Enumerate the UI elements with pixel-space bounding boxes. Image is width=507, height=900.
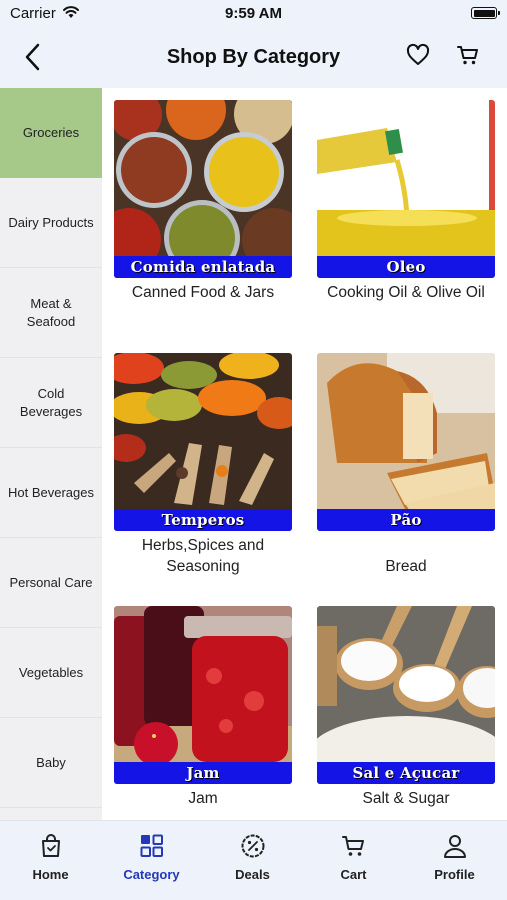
category-label: Salt & Sugar: [362, 790, 450, 807]
category-label: Jam: [188, 790, 218, 807]
category-banner: Pão: [317, 509, 495, 531]
category-card-jam[interactable]: Jam Jam: [114, 606, 292, 809]
sidebar-item-label: Hot Beverages: [8, 484, 94, 500]
sidebar-item-label: Dairy Products: [8, 214, 94, 230]
tab-category[interactable]: Category: [101, 821, 202, 900]
sidebar-item-label: Personal Care: [9, 574, 93, 590]
person-icon: [444, 835, 466, 858]
sidebar-item-baby[interactable]: Baby: [0, 718, 102, 808]
category-card-salt-sugar[interactable]: Sal e Açucar Salt & Sugar: [317, 606, 495, 809]
category-banner: Temperos: [114, 509, 292, 531]
tab-deals[interactable]: Deals: [202, 821, 303, 900]
category-card-cooking-oil[interactable]: Oleo Cooking Oil & Olive Oil: [317, 100, 495, 303]
category-image-canned-food: Comida enlatada: [114, 100, 292, 278]
cart-icon[interactable]: [454, 41, 482, 69]
category-sidebar: Groceries Dairy Products Meat & Seafood …: [0, 88, 102, 820]
tab-label: Home: [32, 867, 69, 882]
heart-icon[interactable]: [404, 41, 432, 69]
bottom-tab-bar: Home Category Deals Cart Profile: [0, 820, 507, 900]
sidebar-item-label: Cold Beverages: [19, 385, 83, 419]
sidebar-item-label: Baby: [36, 754, 66, 770]
category-label: Herbs,Spices and Seasoning: [141, 537, 265, 575]
sidebar-item-personal-care[interactable]: Personal Care: [0, 538, 102, 628]
sidebar-item-label: Groceries: [22, 124, 80, 140]
category-image-salt-sugar: Sal e Açucar: [317, 606, 495, 784]
tab-home[interactable]: Home: [0, 821, 101, 900]
category-image-jam: Jam: [114, 606, 292, 784]
category-grid: Comida enlatada Canned Food & Jars Oleo …: [102, 88, 507, 820]
category-card-canned-food[interactable]: Comida enlatada Canned Food & Jars: [114, 100, 292, 303]
navigation-bar: Shop By Category: [0, 26, 507, 88]
cart-icon: [342, 836, 364, 856]
category-image-cooking-oil: Oleo: [317, 100, 495, 278]
category-label: Canned Food & Jars: [131, 284, 275, 301]
category-banner: Sal e Açucar: [317, 762, 495, 784]
battery-icon: [471, 7, 500, 19]
sidebar-item-vegetables[interactable]: Vegetables: [0, 628, 102, 718]
sidebar-item-meat-seafood[interactable]: Meat & Seafood: [0, 268, 102, 358]
sidebar-item-hot-beverages[interactable]: Hot Beverages: [0, 448, 102, 538]
grid-icon: [140, 834, 163, 857]
sidebar-item-groceries[interactable]: Groceries: [0, 88, 102, 178]
category-image-spices: Temperos: [114, 353, 292, 531]
tab-cart[interactable]: Cart: [303, 821, 404, 900]
sidebar-item-label: Vegetables: [18, 664, 84, 680]
status-time: 9:59 AM: [225, 5, 282, 22]
category-label: Cooking Oil & Olive Oil: [327, 284, 485, 301]
category-banner: Oleo: [317, 256, 495, 278]
category-image-bread: Pão: [317, 353, 495, 531]
sidebar-item-cold-beverages[interactable]: Cold Beverages: [0, 358, 102, 448]
tab-label: Cart: [340, 867, 367, 882]
status-bar: Carrier 9:59 AM: [0, 0, 507, 26]
discount-badge-icon: [241, 834, 265, 858]
tab-label: Deals: [235, 867, 270, 882]
tab-label: Category: [123, 867, 180, 882]
category-label: Bread: [385, 558, 427, 575]
shopping-bag-icon: [42, 834, 60, 857]
sidebar-item-dairy-products[interactable]: Dairy Products: [0, 178, 102, 268]
category-banner: Jam: [114, 762, 292, 784]
category-card-bread[interactable]: Pão Bread: [317, 353, 495, 577]
tab-profile[interactable]: Profile: [404, 821, 505, 900]
category-card-herbs-spices[interactable]: Temperos Herbs,Spices and Seasoning: [114, 353, 292, 577]
category-banner: Comida enlatada: [114, 256, 292, 278]
tab-label: Profile: [434, 867, 475, 882]
sidebar-item-label: Meat & Seafood: [26, 295, 76, 329]
